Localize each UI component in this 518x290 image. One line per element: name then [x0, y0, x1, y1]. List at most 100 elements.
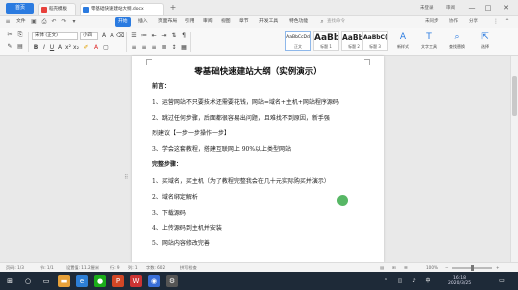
print-icon[interactable]: ⎙: [40, 18, 48, 26]
select-button[interactable]: ⇱ 选择: [474, 31, 496, 53]
new-tab-button[interactable]: +: [168, 3, 178, 13]
justify-icon[interactable]: ≣: [160, 44, 168, 52]
minimize-button[interactable]: —: [466, 2, 478, 14]
vertical-scrollbar[interactable]: [510, 56, 518, 262]
style-heading-1[interactable]: AaBb 标题 1: [313, 31, 339, 51]
save-icon[interactable]: ▣: [30, 18, 38, 26]
zoom-in-icon[interactable]: +: [496, 265, 500, 270]
shading-icon[interactable]: ▦: [180, 44, 188, 52]
new-style-button[interactable]: A 新样式: [392, 31, 414, 53]
login-status[interactable]: 未登录: [420, 4, 434, 13]
web-view-icon[interactable]: ⊞: [392, 265, 396, 270]
increase-indent-icon[interactable]: ⇥: [160, 32, 168, 40]
align-right-icon[interactable]: ≡: [150, 44, 158, 52]
tab-docer-templates[interactable]: 稻壳模板: [38, 3, 76, 15]
tab-document[interactable]: 零基础快速建站大纲.docx: [80, 3, 164, 15]
superscript-icon[interactable]: x²: [64, 44, 72, 52]
undo-icon[interactable]: ↶: [50, 18, 58, 26]
numbering-icon[interactable]: ≔: [140, 32, 148, 40]
page-indicator[interactable]: 页码: 1/3: [6, 265, 24, 271]
bullets-icon[interactable]: ☰: [130, 32, 138, 40]
italic-icon[interactable]: I: [40, 44, 48, 52]
menu-chapter[interactable]: 章节: [236, 17, 252, 27]
home-tab[interactable]: 首页: [6, 3, 34, 14]
clock[interactable]: 16:18 2020/3/25: [448, 276, 471, 286]
chevron-down-icon[interactable]: ▾: [70, 18, 78, 26]
close-button[interactable]: ✕: [500, 2, 512, 14]
zoom-slider-knob[interactable]: [470, 265, 474, 271]
highlight-icon[interactable]: ✐: [82, 44, 90, 52]
chat-app-icon[interactable]: ●: [94, 275, 106, 287]
menu-file[interactable]: 文件: [13, 17, 29, 27]
input-method-icon[interactable]: 中: [422, 275, 434, 287]
grow-font-icon[interactable]: A: [100, 32, 108, 40]
copy-icon[interactable]: ⎘: [16, 31, 24, 39]
settings-gear-icon[interactable]: ⚙: [166, 275, 178, 287]
subscript-icon[interactable]: x₂: [72, 44, 80, 52]
font-color-icon[interactable]: A: [92, 44, 100, 52]
spell-check-toggle[interactable]: 拼写检查: [180, 265, 197, 271]
wps-icon[interactable]: W: [130, 275, 142, 287]
task-view-icon[interactable]: ▭: [40, 275, 52, 287]
document-workspace[interactable]: 零基础快速建站大纲（实例演示） 前言： 1、运营网站不只要技术还需要花钱，网站=…: [0, 56, 518, 262]
cut-icon[interactable]: ✂: [6, 31, 14, 39]
align-left-icon[interactable]: ≡: [130, 44, 138, 52]
maximize-button[interactable]: □: [482, 2, 494, 14]
line-spacing-icon[interactable]: ↕: [170, 44, 178, 52]
review-shortcut[interactable]: 审阅: [446, 4, 455, 13]
menu-review[interactable]: 审阅: [200, 17, 216, 27]
more-icon[interactable]: ⋮: [492, 18, 500, 26]
menu-page-layout[interactable]: 页面布局: [155, 17, 180, 27]
style-heading-3[interactable]: AaBbC( 标题 3: [362, 31, 388, 51]
file-explorer-icon[interactable]: ▬: [58, 275, 70, 287]
strikethrough-icon[interactable]: A: [56, 44, 64, 52]
share-button[interactable]: 分享: [469, 17, 478, 27]
menu-home[interactable]: 开始: [115, 17, 131, 27]
char-border-icon[interactable]: ▢: [102, 44, 110, 52]
collaborate-button[interactable]: 协作: [449, 17, 458, 27]
text-tools-button[interactable]: T 文字工具: [418, 31, 440, 53]
sync-status[interactable]: 未同步: [425, 17, 439, 27]
shrink-font-icon[interactable]: A: [108, 32, 116, 40]
drag-handle-icon[interactable]: ⠿: [124, 174, 128, 181]
scrollbar-thumb[interactable]: [512, 76, 517, 116]
zoom-out-icon[interactable]: −: [445, 265, 449, 270]
menu-developer[interactable]: 开发工具: [256, 17, 281, 27]
menu-insert[interactable]: 插入: [135, 17, 151, 27]
menu-special[interactable]: 特色功能: [286, 17, 311, 27]
show-marks-icon[interactable]: ¶: [180, 32, 188, 40]
font-name-select[interactable]: 宋体 (正文): [32, 32, 78, 40]
paste-icon[interactable]: ▤: [16, 43, 24, 51]
word-count[interactable]: 字数: 602: [146, 265, 165, 271]
network-icon[interactable]: ◫: [394, 275, 406, 287]
view-mode-icon[interactable]: ▤: [380, 265, 384, 270]
volume-icon[interactable]: ♪: [408, 275, 420, 287]
zoom-level[interactable]: 100%: [426, 265, 438, 270]
windows-start-icon[interactable]: ⊞: [4, 275, 16, 287]
style-normal[interactable]: AaBbCcDd 正文: [285, 31, 311, 51]
collapse-ribbon-icon[interactable]: ⌃: [503, 18, 511, 26]
menu-references[interactable]: 引用: [182, 17, 198, 27]
format-painter-icon[interactable]: ✎: [6, 43, 14, 51]
command-search[interactable]: 查找命令: [327, 17, 345, 27]
document-page[interactable]: 零基础快速建站大纲（实例演示） 前言： 1、运营网站不只要技术还需要花钱，网站=…: [132, 56, 384, 262]
decrease-indent-icon[interactable]: ⇤: [150, 32, 158, 40]
underline-icon[interactable]: U: [48, 44, 56, 52]
chrome-like-icon[interactable]: ◉: [148, 275, 160, 287]
clear-format-icon[interactable]: ⌫: [116, 32, 124, 40]
bold-icon[interactable]: B: [32, 44, 40, 52]
sort-icon[interactable]: ⇅: [170, 32, 178, 40]
presentation-app-icon[interactable]: P: [112, 275, 124, 287]
zoom-slider[interactable]: [452, 265, 492, 271]
search-icon[interactable]: ⌕: [318, 18, 326, 26]
outline-view-icon[interactable]: ☰: [404, 265, 408, 270]
search-icon[interactable]: ○: [22, 275, 34, 287]
font-size-select[interactable]: 小四: [80, 32, 98, 40]
browser-icon[interactable]: e: [76, 275, 88, 287]
hamburger-icon[interactable]: ≡: [4, 18, 12, 26]
menu-view[interactable]: 视图: [218, 17, 234, 27]
align-center-icon[interactable]: ≡: [140, 44, 148, 52]
tray-chevron-icon[interactable]: ⌃: [380, 275, 392, 287]
redo-icon[interactable]: ↷: [60, 18, 68, 26]
notifications-icon[interactable]: ▭: [496, 275, 508, 287]
